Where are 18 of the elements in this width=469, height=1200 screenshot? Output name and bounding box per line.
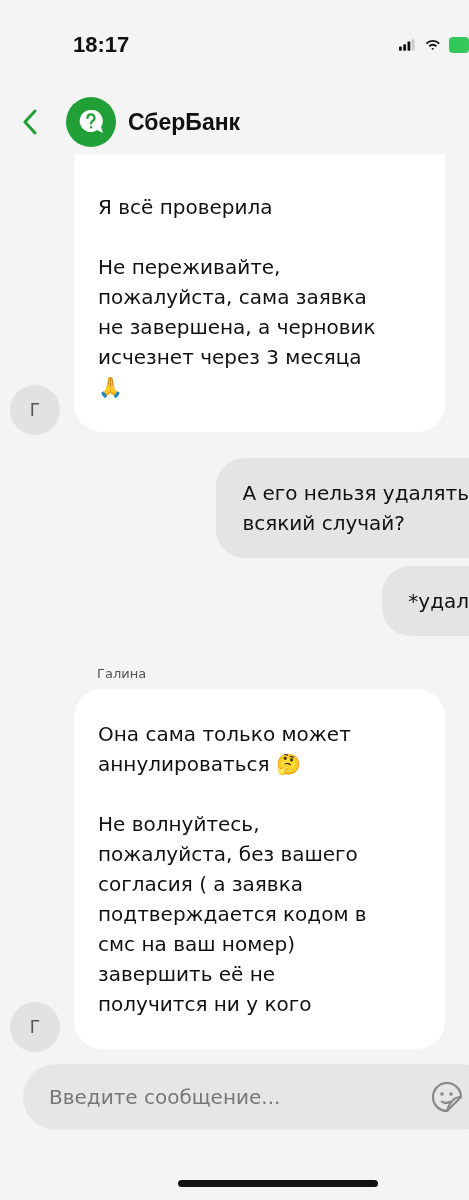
- message-text: Не переживайте, пожалуйста, сама заявка не завершена, а черновик исчезнет через 3 месяца 🙏: [98, 254, 377, 401]
- sender-avatar: Г: [10, 385, 60, 435]
- message-text: Не волнуйтесь, пожалуйста, без вашего согласия ( а заявка подтверждается кодом в смс на ваш номер) завершить её не получится ни у кого: [98, 811, 368, 1018]
- chat-title: СберБанк: [128, 108, 241, 136]
- chat-avatar-icon: [66, 97, 116, 147]
- message-text: А его нельзя удалять всякий случай?: [242, 480, 469, 537]
- sender-name: Галина: [97, 666, 148, 681]
- battery-icon: [449, 37, 469, 53]
- back-icon[interactable]: [22, 109, 38, 135]
- wifi-icon: [425, 37, 441, 53]
- message-text: Я всё проверила: [98, 194, 274, 221]
- message-text: *удал: [408, 588, 469, 615]
- signal-icon: [399, 37, 418, 53]
- status-time: 18:17: [73, 32, 130, 58]
- sticker-icon[interactable]: [431, 1081, 463, 1113]
- sender-avatar: Г: [10, 1002, 60, 1052]
- message-text: Она сама только может аннулироваться 🤔: [98, 721, 352, 778]
- message-input[interactable]: Введите сообщение...: [23, 1064, 469, 1130]
